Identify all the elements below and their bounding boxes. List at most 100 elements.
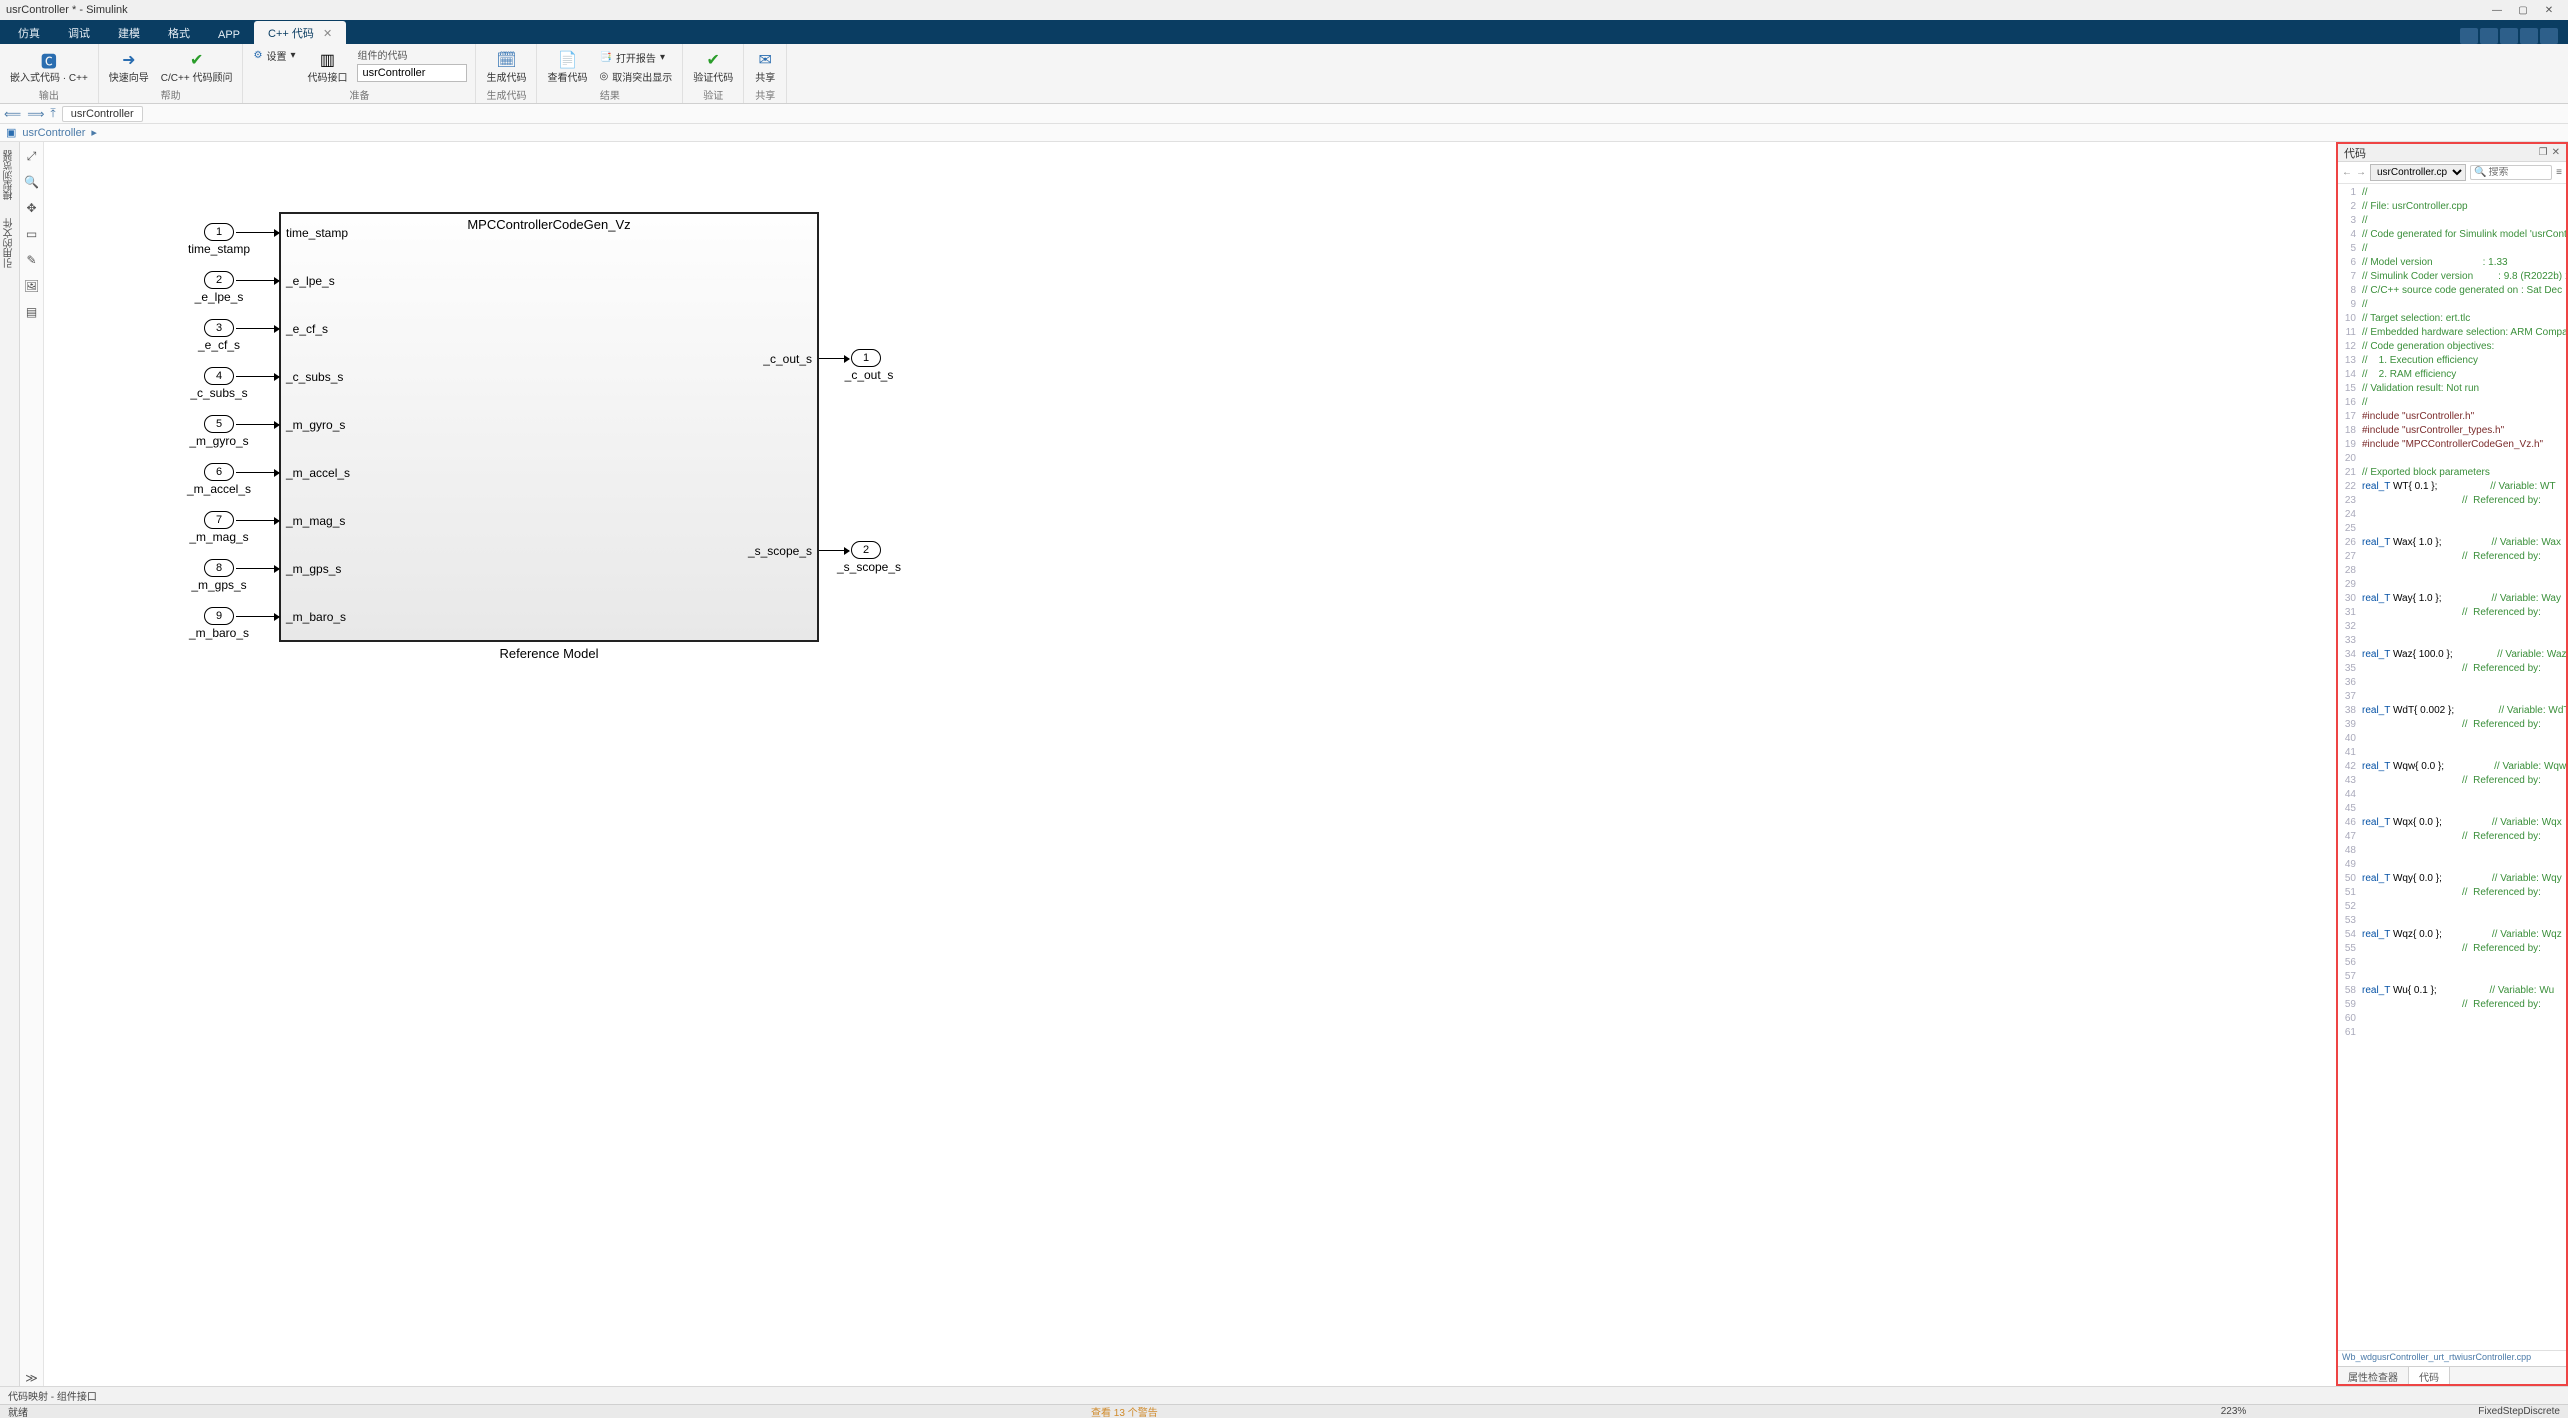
code-line: 56 <box>2338 956 2566 970</box>
embedded-code-label: 嵌入式代码 · C++ <box>10 73 88 84</box>
search-icon: 🔍 <box>2474 167 2486 178</box>
inport-label-_m_mag_s: _m_mag_s <box>174 530 264 544</box>
code-interface-button[interactable]: ▥ 代码接口 <box>305 47 349 86</box>
tab-simulation[interactable]: 仿真 <box>4 21 54 44</box>
inport-_c_subs_s[interactable]: 4 <box>204 367 234 385</box>
outport-_s_scope_s[interactable]: 2 <box>851 541 881 559</box>
panel-referenced-files[interactable]: 引用的文件 <box>2 218 17 268</box>
panel-model-browser[interactable]: 模型浏览器 <box>2 150 17 200</box>
code-advisor-button[interactable]: ✔ C/C++ 代码顾问 <box>159 47 235 86</box>
verify-code-label: 验证代码 <box>693 73 733 84</box>
window-close-icon[interactable]: ✕ <box>2536 5 2562 16</box>
code-line: 38real_T WdT{ 0.002 }; // Variable: WdT <box>2338 704 2566 718</box>
nav-fwd-icon[interactable]: ⟹ <box>27 107 44 121</box>
code-file-select[interactable]: usrController.cpp <box>2370 164 2466 181</box>
tab-property-inspector[interactable]: 属性检查器 <box>2338 1367 2409 1384</box>
share-button[interactable]: ✉ 共享 <box>752 47 778 86</box>
code-line: 60 <box>2338 1012 2566 1026</box>
wire-in-_m_mag_s <box>236 520 279 521</box>
code-body[interactable]: 1//2// File: usrController.cpp3//4// Cod… <box>2338 184 2566 1350</box>
code-line: 36 <box>2338 676 2566 690</box>
toolstrip-tool-5[interactable] <box>2540 28 2558 44</box>
block-port-in-_e_lpe_s: _e_lpe_s <box>286 274 335 288</box>
expand-panel-icon[interactable]: ≫ <box>24 1370 40 1386</box>
document-tab[interactable]: usrController <box>62 106 143 122</box>
status-zoom[interactable]: 223% <box>2221 1406 2247 1417</box>
tab-code[interactable]: 代码 <box>2409 1367 2450 1384</box>
select-icon[interactable]: ▭ <box>24 226 40 242</box>
window-minimize-icon[interactable]: — <box>2484 5 2510 16</box>
settings-button[interactable]: ⚙设置▾ <box>251 47 297 64</box>
tab-cpp-code[interactable]: C++ 代码 ✕ <box>254 21 346 44</box>
annotate-icon[interactable]: ✎ <box>24 252 40 268</box>
codegen-target-input[interactable] <box>357 64 467 82</box>
code-line: 1// <box>2338 186 2566 200</box>
code-nav-back-icon[interactable]: ← <box>2342 167 2352 178</box>
inport-label-_c_subs_s: _c_subs_s <box>174 386 264 400</box>
code-line: 37 <box>2338 690 2566 704</box>
code-panel-title: 代码 ❐ ✕ <box>2338 144 2566 162</box>
quick-guide-button[interactable]: ➜ 快速向导 <box>107 47 151 86</box>
code-line: 58real_T Wu{ 0.1 }; // Variable: Wu <box>2338 984 2566 998</box>
cancel-highlight-button[interactable]: ◎取消突出显示 <box>597 68 674 85</box>
simulink-canvas[interactable]: MPCControllerCodeGen_Vz time_stamp_e_lpe… <box>44 142 2336 1386</box>
inport-time_stamp[interactable]: 1 <box>204 223 234 241</box>
wire-in-_e_lpe_s <box>236 280 279 281</box>
block-port-out-_c_out_s: _c_out_s <box>763 352 812 366</box>
code-panel-status: Wb_wdgusrController_urt_rtwiusrControlle… <box>2338 1350 2566 1366</box>
inport-_m_baro_s[interactable]: 9 <box>204 607 234 625</box>
close-icon[interactable]: ✕ <box>323 28 332 40</box>
footer-mapping[interactable]: 代码映射 - 组件接口 <box>0 1386 2568 1404</box>
left-collapsed-panels: 模型浏览器 引用的文件 <box>0 142 20 1386</box>
inport-_m_mag_s[interactable]: 7 <box>204 511 234 529</box>
code-nav-fwd-icon[interactable]: → <box>2356 167 2366 178</box>
inport-_m_accel_s[interactable]: 6 <box>204 463 234 481</box>
outport-_c_out_s[interactable]: 1 <box>851 349 881 367</box>
pan-icon[interactable]: ✥ <box>24 200 40 216</box>
verify-code-button[interactable]: ✔ 验证代码 <box>691 47 735 86</box>
toolstrip-tool-3[interactable] <box>2500 28 2518 44</box>
zoom-icon[interactable]: 🔍 <box>24 174 40 190</box>
chevron-down-icon: ▾ <box>660 52 665 63</box>
code-line: 45 <box>2338 802 2566 816</box>
code-panel-menu-icon[interactable]: ≡ <box>2556 167 2562 178</box>
toolstrip-tool-1[interactable] <box>2460 28 2478 44</box>
nav-back-icon[interactable]: ⟸ <box>4 107 21 121</box>
open-report-button[interactable]: 📑打开报告▾ <box>597 49 674 66</box>
block-port-in-_m_baro_s: _m_baro_s <box>286 610 346 624</box>
mask-icon[interactable]: ▤ <box>24 304 40 320</box>
inport-_e_cf_s[interactable]: 3 <box>204 319 234 337</box>
inport-_e_lpe_s[interactable]: 2 <box>204 271 234 289</box>
code-line: 30real_T Way{ 1.0 }; // Variable: Way <box>2338 592 2566 606</box>
wire-in-_c_subs_s <box>236 376 279 377</box>
inport-_m_gyro_s[interactable]: 5 <box>204 415 234 433</box>
generate-code-button[interactable]: 🗓 生成代码 <box>484 47 528 86</box>
tab-format[interactable]: 格式 <box>154 21 204 44</box>
view-code-label: 查看代码 <box>547 73 587 84</box>
main-area: 模型浏览器 引用的文件 ⤢ 🔍 ✥ ▭ ✎ 🖼 ▤ ≫ MPCControlle… <box>0 142 2568 1386</box>
reference-model-block[interactable]: MPCControllerCodeGen_Vz time_stamp_e_lpe… <box>279 212 819 642</box>
code-line: 28 <box>2338 564 2566 578</box>
fit-icon[interactable]: ⤢ <box>24 148 40 164</box>
document-bar: ⟸ ⟹ ⤒ usrController <box>0 104 2568 124</box>
panel-close-icon[interactable]: ✕ <box>2552 147 2560 158</box>
nav-up-icon[interactable]: ⤒ <box>50 106 55 121</box>
code-line: 41 <box>2338 746 2566 760</box>
code-search[interactable]: 🔍 <box>2470 165 2552 180</box>
status-warnings[interactable]: 查看 13 个警告 <box>1091 1404 1158 1418</box>
window-maximize-icon[interactable]: ▢ <box>2510 5 2536 16</box>
tab-app[interactable]: APP <box>204 25 254 44</box>
generate-code-label: 生成代码 <box>486 73 526 84</box>
tab-modeling[interactable]: 建模 <box>104 21 154 44</box>
inport-_m_gps_s[interactable]: 8 <box>204 559 234 577</box>
breadcrumb-root[interactable]: usrController <box>22 127 85 139</box>
toolstrip-tool-2[interactable] <box>2480 28 2498 44</box>
panel-restore-icon[interactable]: ❐ <box>2539 147 2548 158</box>
code-line: 7// Simulink Coder version : 9.8 (R2022b… <box>2338 270 2566 284</box>
code-search-input[interactable] <box>2488 167 2548 178</box>
tab-debug[interactable]: 调试 <box>54 21 104 44</box>
view-code-button[interactable]: 📄 查看代码 <box>545 47 589 86</box>
toolstrip-tool-4[interactable] <box>2520 28 2538 44</box>
image-icon[interactable]: 🖼 <box>24 278 40 294</box>
embedded-code-button[interactable]: 🅲 嵌入式代码 · C++ <box>8 47 90 86</box>
